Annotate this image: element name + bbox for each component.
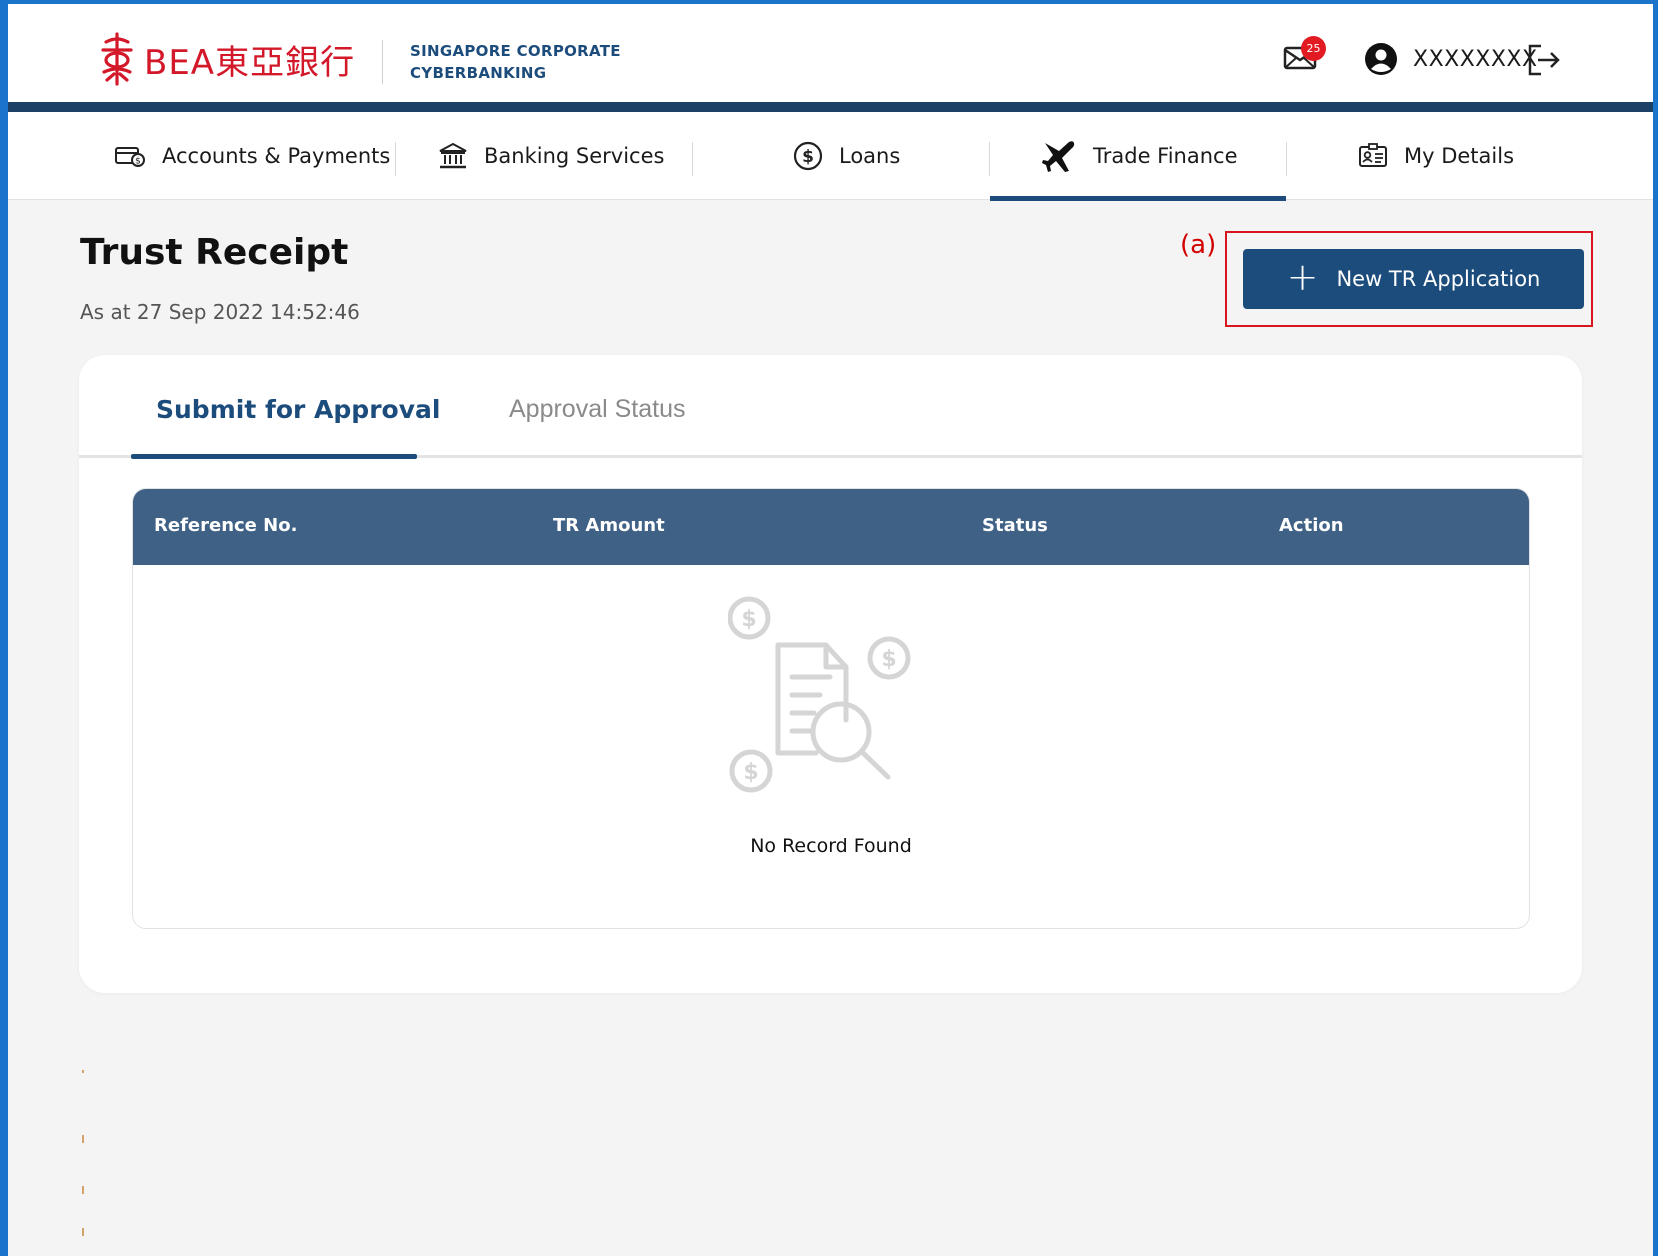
airplane-icon <box>1042 141 1075 172</box>
logo-divider <box>382 40 383 84</box>
app-frame: BEA東亞銀行 SINGAPORE CORPORATE CYBERBANKING… <box>8 4 1653 1256</box>
card-payment-icon: $ <box>115 147 145 167</box>
dollar-circle-icon: $ <box>793 141 823 171</box>
tab-approval-status[interactable]: Approval Status <box>509 395 686 424</box>
no-record-message: No Record Found <box>750 835 912 857</box>
mail-badge: 25 <box>1301 36 1326 61</box>
tr-table: Reference No. TR Amount Status Action $ … <box>132 488 1530 929</box>
nav-label: Trade Finance <box>1093 144 1238 168</box>
nav-divider <box>1286 142 1287 176</box>
user-icon[interactable] <box>1364 42 1398 76</box>
nav-divider <box>395 142 396 176</box>
no-record-illustration: $ $ $ <box>728 596 911 793</box>
nav-label: My Details <box>1404 144 1515 168</box>
bank-building-icon <box>439 142 467 169</box>
table-header: Reference No. TR Amount Status Action <box>133 489 1529 565</box>
nav-banking-services[interactable]: Banking Services <box>438 112 664 200</box>
nav-label: Banking Services <box>484 144 665 168</box>
new-tr-application-label: New TR Application <box>1336 267 1541 291</box>
new-tr-application-button[interactable]: + New TR Application <box>1243 249 1584 309</box>
logo-text: BEA東亞銀行 <box>144 42 356 83</box>
tab-submit-for-approval[interactable]: Submit for Approval <box>156 395 440 424</box>
column-header-action: Action <box>1279 515 1344 536</box>
bea-logo[interactable]: BEA東亞銀行 <box>98 32 355 86</box>
stray-mark <box>82 1135 84 1143</box>
nav-divider <box>692 142 693 176</box>
as-at-timestamp: As at 27 Sep 2022 14:52:46 <box>80 300 360 324</box>
header: BEA東亞銀行 SINGAPORE CORPORATE CYBERBANKING… <box>8 4 1653 112</box>
column-header-reference-no: Reference No. <box>154 515 298 536</box>
svg-text:$: $ <box>135 157 141 167</box>
username[interactable]: XXXXXXXX <box>1413 47 1538 72</box>
svg-text:$: $ <box>741 607 756 632</box>
nav-my-details[interactable]: My Details <box>1358 112 1514 200</box>
nav-label: Accounts & Payments <box>162 144 391 168</box>
site-subtitle-line1: SINGAPORE CORPORATE <box>410 42 621 60</box>
svg-text:$: $ <box>743 760 758 785</box>
site-subtitle: SINGAPORE CORPORATE CYBERBANKING <box>410 40 621 84</box>
nav-label: Loans <box>839 144 901 168</box>
nav-accounts-payments[interactable]: $ Accounts & Payments <box>114 112 390 200</box>
svg-text:$: $ <box>881 647 896 672</box>
stray-mark <box>82 1070 84 1073</box>
page-title: Trust Receipt <box>80 232 349 273</box>
site-subtitle-line2: CYBERBANKING <box>410 64 547 82</box>
main-nav: $ Accounts & Payments Banking Services $ <box>8 112 1653 201</box>
nav-active-indicator <box>990 196 1286 201</box>
nav-divider <box>989 142 990 176</box>
stray-mark <box>82 1228 84 1236</box>
id-card-icon <box>1359 143 1387 167</box>
bea-emblem-icon <box>101 32 133 86</box>
column-header-status: Status <box>982 515 1048 536</box>
stray-mark <box>82 1186 84 1194</box>
svg-text:$: $ <box>802 147 814 167</box>
nav-trade-finance[interactable]: Trade Finance <box>1041 112 1238 200</box>
logout-icon[interactable] <box>1526 42 1562 78</box>
annotation-label: (a) <box>1180 230 1217 260</box>
tr-card: Submit for Approval Approval Status Refe… <box>79 355 1582 993</box>
column-header-tr-amount: TR Amount <box>553 515 665 536</box>
plus-icon: + <box>1286 255 1319 299</box>
tab-active-indicator <box>131 454 417 459</box>
nav-loans[interactable]: $ Loans <box>793 112 900 200</box>
